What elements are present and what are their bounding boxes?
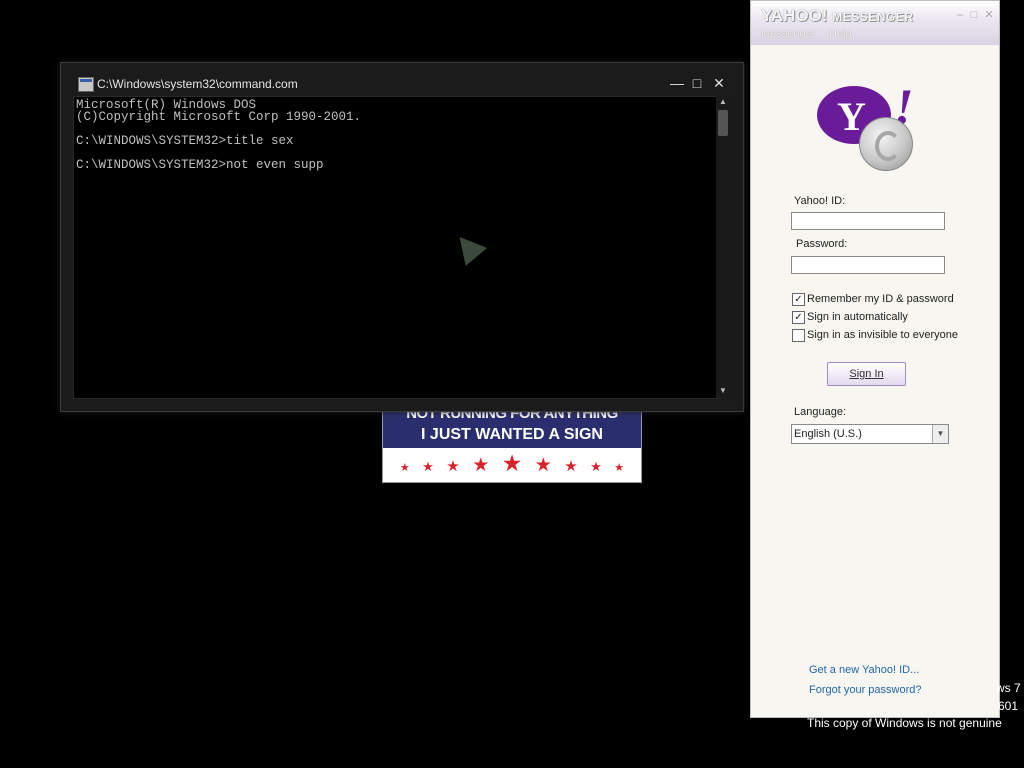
sign-in-auto-checkbox[interactable]: ✓ (792, 311, 805, 324)
yahoo-id-label: Yahoo! ID: (794, 195, 846, 207)
ym-close-button[interactable]: ✕ (982, 8, 996, 22)
sign-stars: ★ ★ ★ ★ ★ ★ ★ ★ ★ (383, 452, 641, 479)
watermark-line-1: ws 7 (996, 681, 1021, 695)
minimize-button[interactable]: — (667, 74, 687, 92)
password-input[interactable] (791, 256, 945, 274)
menu-messenger[interactable]: Messenger (761, 28, 815, 40)
sign-in-button[interactable]: Sign In (827, 362, 906, 386)
scroll-up-arrow-icon[interactable]: ▲ (716, 96, 730, 108)
sign-in-auto-label: Sign in automatically (807, 311, 908, 323)
vertical-scrollbar[interactable]: ▲ ▼ (716, 96, 730, 397)
ym-titlebar[interactable]: YAHOO! MESSENGER – □ ✕ Messenger Help (751, 1, 999, 45)
scroll-thumb[interactable] (718, 110, 728, 136)
chevron-down-icon[interactable]: ▼ (932, 425, 948, 443)
close-button[interactable]: ✕ (709, 74, 729, 92)
menu-help[interactable]: Help (829, 28, 852, 40)
star-icon: ★ (614, 462, 625, 474)
command-prompt-window[interactable]: C:\Windows\system32\command.com — □ ✕ Mi… (60, 62, 744, 412)
coin-icon (859, 117, 913, 171)
logo-main: YAHOO! (761, 6, 828, 25)
star-icon: ★ (472, 455, 490, 476)
logo-sub: MESSENGER (832, 10, 914, 24)
language-label: Language: (794, 406, 846, 418)
ym-minimize-button[interactable]: – (953, 8, 967, 22)
star-icon: ★ (534, 455, 552, 476)
star-icon: ★ (399, 462, 410, 474)
remember-id-checkbox[interactable]: ✓ (792, 293, 805, 306)
sign-line-2: I JUST WANTED A SIGN (421, 426, 603, 443)
star-icon: ★ (590, 459, 602, 474)
watermark-line-2: 601 (998, 699, 1019, 713)
ym-maximize-button[interactable]: □ (967, 8, 981, 22)
forgot-password-link[interactable]: Forgot your password? (809, 684, 922, 696)
password-label: Password: (796, 238, 848, 250)
star-icon: ★ (564, 458, 578, 475)
cmd-window-title: C:\Windows\system32\command.com (97, 77, 298, 91)
console-output[interactable]: Microsoft(R) Windows DOS (C)Copyright Mi… (73, 96, 718, 399)
console-text: Microsoft(R) Windows DOS (C)Copyright Mi… (76, 98, 362, 172)
new-id-link[interactable]: Get a new Yahoo! ID... (809, 664, 919, 676)
star-icon: ★ (422, 459, 434, 474)
invisible-checkbox[interactable] (792, 329, 805, 342)
console-icon (78, 77, 94, 92)
language-value: English (U.S.) (794, 428, 862, 440)
maximize-button[interactable]: □ (687, 74, 707, 92)
watermark-line-3: This copy of Windows is not genuine (807, 716, 1002, 730)
yahoo-messenger-logo: YAHOO! MESSENGER (761, 6, 913, 26)
star-icon: ★ (446, 458, 460, 475)
yahoo-id-input[interactable] (791, 212, 945, 230)
language-select[interactable]: English (U.S.) ▼ (791, 424, 949, 444)
cmd-titlebar[interactable]: C:\Windows\system32\command.com — □ ✕ (61, 63, 743, 95)
scroll-down-arrow-icon[interactable]: ▼ (716, 385, 730, 397)
remember-id-label: Remember my ID & password (807, 293, 954, 305)
star-icon: ★ (501, 450, 523, 476)
yahoo-messenger-window[interactable]: YAHOO! MESSENGER – □ ✕ Messenger Help Y … (750, 0, 1000, 718)
invisible-label: Sign in as invisible to everyone (807, 329, 959, 341)
